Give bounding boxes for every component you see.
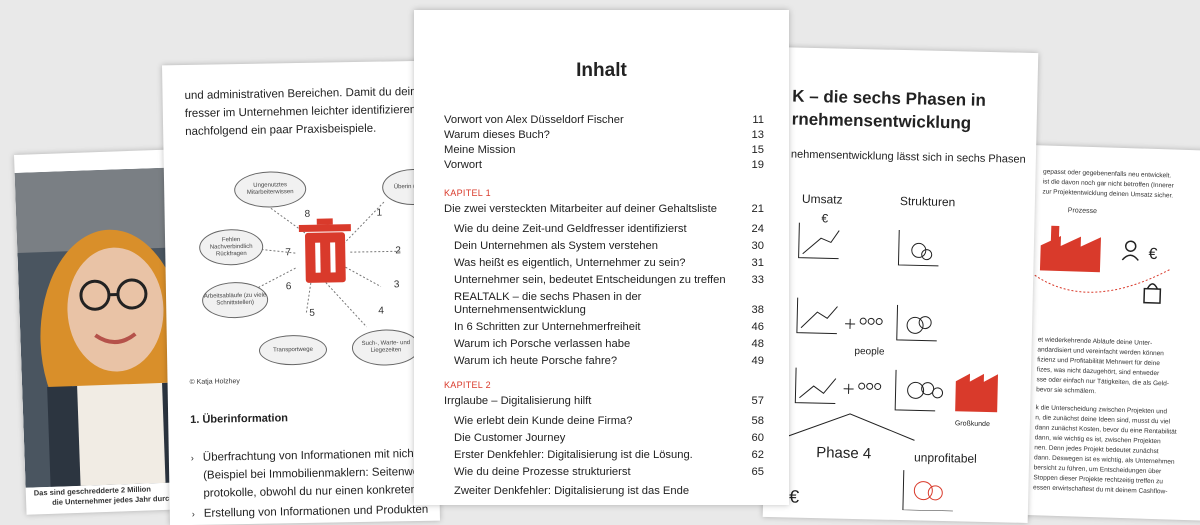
toc-entry-label: Unternehmer sein, bedeutet Entscheidunge…	[454, 274, 726, 286]
diagram-number-7: 7	[285, 247, 291, 258]
toc-entry-label: Irrglaube – Digitalisierung hilft	[444, 395, 591, 407]
toc-entry[interactable]: Warum dieses Buch? 13	[444, 129, 764, 141]
toc-title: Inhalt	[414, 60, 789, 82]
toc-entry[interactable]: Zweiter Denkfehler: Digitalisierung ist …	[454, 485, 764, 497]
toc-entry-page: 24	[752, 223, 764, 235]
toc-entry-label: Warum ich Porsche verlassen habe	[454, 338, 630, 350]
toc-entry-page: 62	[752, 449, 764, 461]
toc-entry[interactable]: Warum ich Porsche verlassen habe 48	[454, 338, 764, 350]
toc-entry-page: 19	[752, 159, 764, 171]
toc-entry-page: 15	[752, 144, 764, 156]
toc-entry-page: 48	[752, 338, 764, 350]
toc-entry-page: 49	[752, 355, 764, 367]
toc-entry-page: 57	[752, 395, 764, 407]
toc-entry-page: 38	[752, 304, 764, 316]
toc-entry[interactable]: Warum ich heute Porsche fahre? 49	[454, 355, 764, 367]
toc-entry-label: Die zwei versteckten Mitarbeiter auf dei…	[444, 203, 717, 215]
phases-sketch	[763, 207, 1035, 513]
chapter-label: KAPITEL 1	[444, 188, 491, 198]
intro-line-3: nachfolgend ein paar Praxisbeispiele.	[185, 120, 376, 141]
phases-page: K – die sechs Phasen in rnehmensentwickl…	[763, 47, 1039, 523]
bullet2-line1: Erstellung von Informationen und Produkt…	[204, 501, 429, 523]
toc-entry-label: Was heißt es eigentlich, Unternehmer zu …	[454, 257, 686, 269]
label-people: people	[854, 343, 884, 362]
toc-entry-label: Meine Mission	[444, 144, 516, 156]
toc-chapter-title[interactable]: Irrglaube – Digitalisierung hilft 57	[444, 395, 764, 407]
toc-entry[interactable]: Die Customer Journey 60	[454, 432, 764, 444]
section-heading: 1. Überinformation	[190, 409, 288, 429]
diagram-number-4: 4	[378, 306, 384, 317]
diagram-number-5: 5	[309, 308, 315, 319]
toc-entry-page: 30	[752, 240, 764, 252]
chapter-label: KAPITEL 2	[444, 380, 491, 390]
toc-entry-page: 11	[752, 114, 764, 126]
diagram-page: und administrativen Bereichen. Damit du …	[162, 61, 440, 525]
process-page: gepasst oder gegebenenfalls neu entwicke…	[1022, 145, 1200, 521]
toc-entry-label: Wie erlebt dein Kunde deine Firma?	[454, 415, 632, 427]
diagram-number-2: 2	[395, 245, 401, 256]
toc-entry-label: Unternehmensentwicklung	[454, 304, 586, 316]
toc-entry[interactable]: Meine Mission 15	[444, 144, 764, 156]
toc-entry-label: Die Customer Journey	[454, 432, 565, 444]
toc-entry-page: 13	[752, 129, 764, 141]
label-grosskunde: Großkunde	[955, 415, 990, 434]
toc-entry[interactable]: Vorwort 19	[444, 159, 764, 171]
toc-entry-page: 60	[752, 432, 764, 444]
euro-icon: €	[821, 209, 828, 227]
toc-entry-label: Vorwort von Alex Düsseldorf Fischer	[444, 114, 624, 126]
toc-entry-label: Vorwort	[444, 159, 482, 171]
intro-line-2: fresser im Unternehmen leichter identifi…	[185, 101, 417, 123]
label-unprofitabel: unprofitabel	[914, 448, 977, 467]
p4-heading-line2: rnehmensentwicklung	[791, 108, 971, 134]
toc-entry-label: Erster Denkfehler: Digitalisierung ist d…	[454, 449, 693, 461]
p5-prozesse-label: Prozesse	[1068, 206, 1097, 216]
image-credit: © Katja Holzhey	[189, 377, 239, 387]
toc-entry[interactable]: Vorwort von Alex Düsseldorf Fischer 11	[444, 114, 764, 126]
bullet-icon: ›	[192, 505, 195, 523]
p4-heading-line1: K – die sechs Phasen in	[792, 85, 986, 111]
euro-red-icon: €	[789, 488, 799, 506]
diagram-number-3: 3	[394, 279, 400, 290]
toc-entry-label: Zweiter Denkfehler: Digitalisierung ist …	[454, 485, 689, 497]
toc-entry-page: 58	[752, 415, 764, 427]
toc-entry-page: 46	[752, 321, 764, 333]
toc-entry-page: 21	[752, 203, 764, 215]
toc-entry[interactable]: Wie du deine Zeit-und Geldfresser identi…	[454, 223, 764, 235]
p5-mid-line6: bevor sie schmälern.	[1036, 385, 1096, 396]
p4-subtext: nehmensentwicklung lässt sich in sechs P…	[791, 145, 1026, 168]
toc-entry[interactable]: Wie erlebt dein Kunde deine Firma? 58	[454, 415, 764, 427]
toc-entry-label: Warum ich heute Porsche fahre?	[454, 355, 617, 367]
toc-entry-label: REALTALK – die sechs Phasen in der	[454, 291, 641, 303]
toc-entry-label: In 6 Schritten zur Unternehmerfreiheit	[454, 321, 641, 333]
bullet1-line3: protokolle, obwohl du nur einen konkrete…	[203, 481, 428, 503]
toc-entry[interactable]: Dein Unternehmen als System verstehen 30	[454, 240, 764, 252]
diagram-number-1: 1	[377, 208, 383, 219]
label-strukturen: Strukturen	[900, 192, 956, 211]
toc-entry-label: Dein Unternehmen als System verstehen	[454, 240, 658, 252]
toc-page: Inhalt Vorwort von Alex Düsseldorf Fisch…	[414, 10, 789, 505]
label-phase: Phase 4	[816, 444, 871, 463]
toc-chapter-title[interactable]: Die zwei versteckten Mitarbeiter auf dei…	[444, 203, 764, 215]
toc-entry[interactable]: Unternehmensentwicklung 38	[454, 304, 764, 316]
toc-entry-label: Warum dieses Buch?	[444, 129, 550, 141]
toc-entry-page: 31	[752, 257, 764, 269]
factory-icon: €	[1029, 215, 1200, 310]
bullet-icon: ›	[191, 449, 194, 467]
toc-entry-page: 33	[752, 274, 764, 286]
svg-text:€: €	[1148, 246, 1158, 263]
toc-entry[interactable]: In 6 Schritten zur Unternehmerfreiheit 46	[454, 321, 764, 333]
toc-entry[interactable]: Erster Denkfehler: Digitalisierung ist d…	[454, 449, 764, 461]
toc-entry[interactable]: Wie du deine Prozesse strukturierst 65	[454, 466, 764, 478]
toc-entry[interactable]: REALTALK – die sechs Phasen in der	[454, 291, 764, 303]
diagram-number-6: 6	[286, 281, 292, 292]
toc-entry[interactable]: Was heißt es eigentlich, Unternehmer zu …	[454, 257, 764, 269]
toc-entry[interactable]: Unternehmer sein, bedeutet Entscheidunge…	[454, 274, 764, 286]
toc-entry-page: 65	[752, 466, 764, 478]
diagram-number-8: 8	[305, 209, 311, 220]
toc-entry-label: Wie du deine Prozesse strukturierst	[454, 466, 631, 478]
toc-entry-label: Wie du deine Zeit-und Geldfresser identi…	[454, 223, 687, 235]
label-umsatz: Umsatz	[802, 190, 843, 209]
